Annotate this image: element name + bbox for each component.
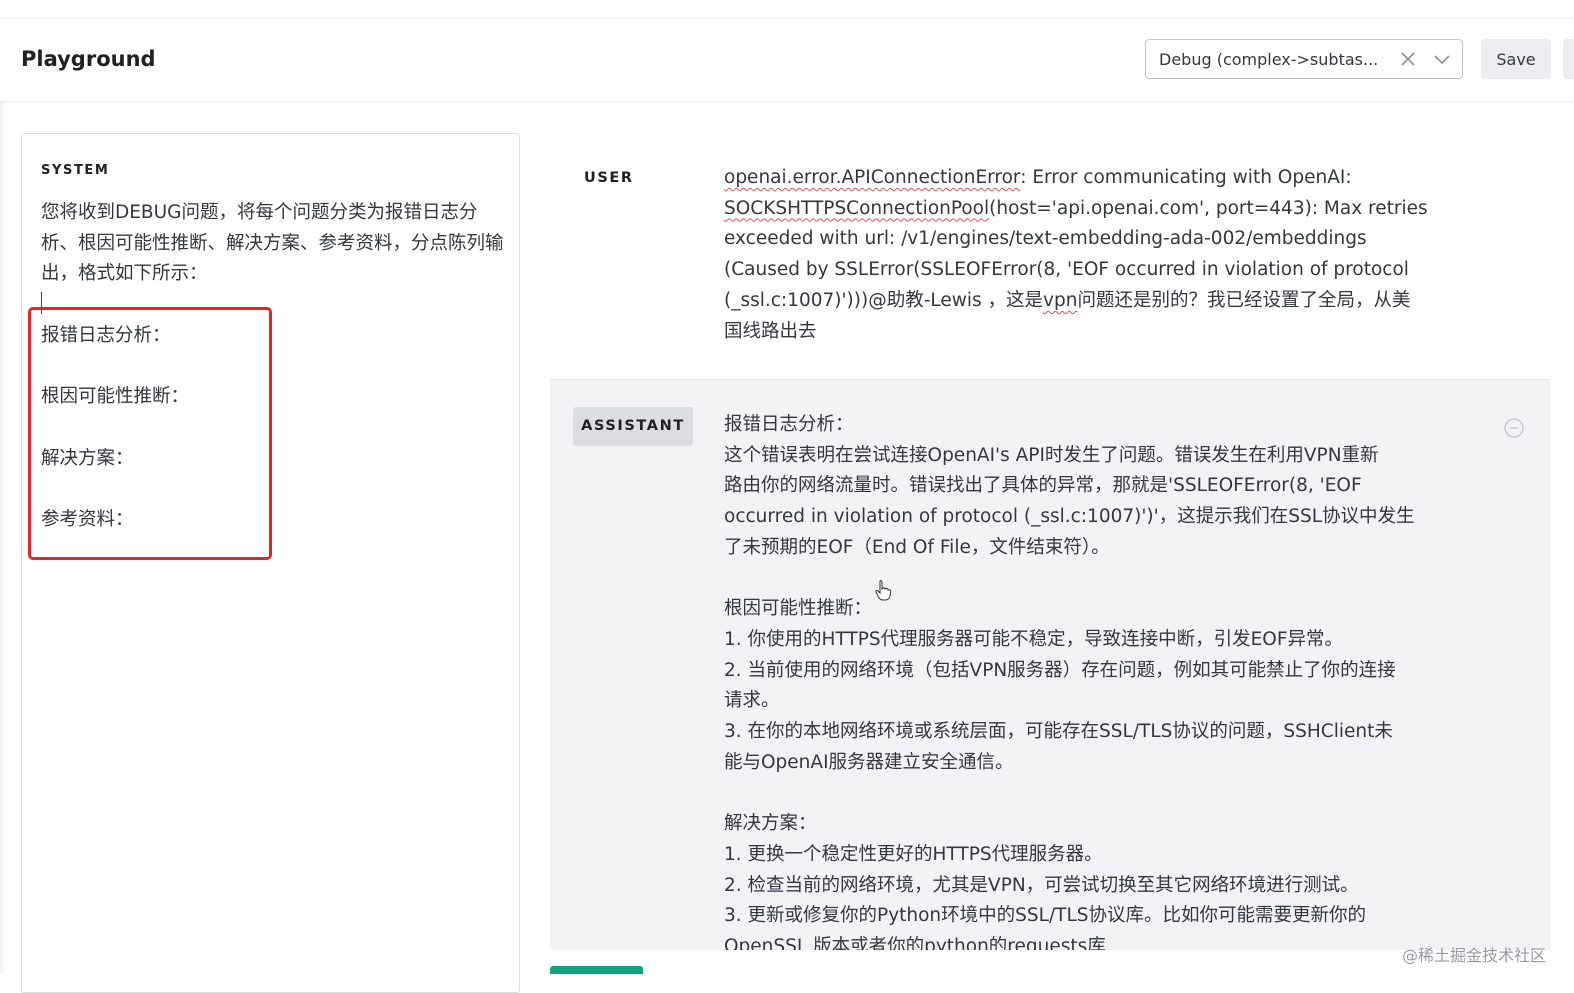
- user-message-text: : Error communicating with OpenAI:: [1020, 167, 1352, 188]
- assistant-message[interactable]: 报错日志分析： 这个错误表明在尝试连接OpenAI's API时发生了问题。错误…: [724, 410, 1474, 950]
- more-button[interactable]: [1563, 39, 1574, 79]
- preset-selected-value: Debug (complex->subtas...: [1159, 50, 1379, 69]
- assistant-role-badge[interactable]: ASSISTANT: [573, 407, 693, 446]
- minus-circle-icon[interactable]: [1503, 417, 1525, 439]
- user-message-pool-name: SOCKSHTTPSConnectionPool: [724, 197, 990, 219]
- user-message-vpn-word: vpn: [1043, 289, 1078, 311]
- chevron-down-icon[interactable]: [1432, 49, 1452, 69]
- user-message[interactable]: openai.error.APIConnectionError: Error c…: [724, 163, 1484, 347]
- top-strip: [0, 0, 1574, 19]
- hand-cursor-icon: [875, 580, 892, 601]
- save-button[interactable]: Save: [1481, 39, 1551, 79]
- submit-button[interactable]: [550, 966, 643, 974]
- system-label: SYSTEM: [41, 163, 110, 178]
- watermark: @稀土掘金技术社区: [1402, 946, 1547, 965]
- preset-select[interactable]: Debug (complex->subtas...: [1145, 39, 1463, 79]
- assistant-message-row: ASSISTANT 报错日志分析： 这个错误表明在尝试连接OpenAI's AP…: [550, 379, 1550, 950]
- system-prompt-text[interactable]: 您将收到DEBUG问题，将每个问题分类为报错日志分析、根因可能性推断、解决方案、…: [41, 198, 505, 290]
- close-icon[interactable]: [1398, 49, 1418, 69]
- highlight-annotation-box: [28, 307, 272, 560]
- playground-header: Playground Debug (complex->subtas... Sav…: [0, 19, 1574, 102]
- page-title: Playground: [21, 47, 156, 71]
- user-message-error-name: openai.error.APIConnectionError: [724, 167, 1021, 188]
- sidebar-edge: [0, 101, 6, 974]
- system-panel[interactable]: SYSTEM 您将收到DEBUG问题，将每个问题分类为报错日志分析、根因可能性推…: [21, 133, 520, 993]
- user-role-label[interactable]: USER: [584, 170, 634, 186]
